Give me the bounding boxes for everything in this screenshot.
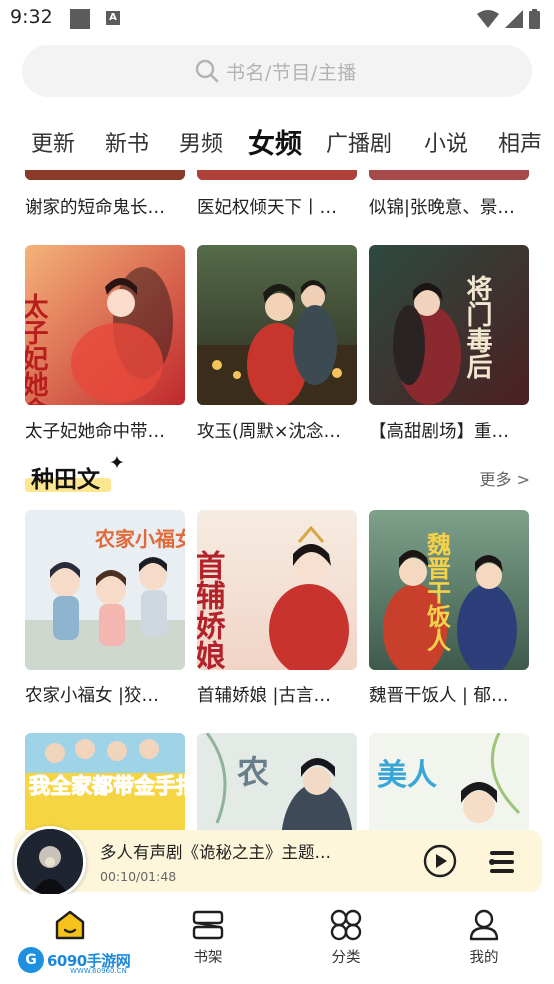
book-title[interactable]: 医妃权倾天下丨… <box>197 194 363 219</box>
cover-art: 美人 <box>369 733 529 832</box>
battery-icon <box>529 9 540 29</box>
player-album-art[interactable] <box>14 826 86 898</box>
book-cover[interactable]: 农 <box>197 733 357 832</box>
category-icon <box>330 909 362 941</box>
nav-label: 我的 <box>469 950 499 966</box>
book-cover[interactable]: 我全家都带金手指 <box>25 733 185 832</box>
cover-art: 首辅娇娘 <box>197 510 357 670</box>
status-bar: 9:32 A <box>0 0 554 38</box>
book-cover[interactable] <box>25 170 185 180</box>
watermark-logo-icon: G <box>18 947 44 973</box>
cover-text: 首辅娇娘 <box>197 550 226 670</box>
content-area: 谢家的短命鬼长… 医妃权倾天下丨… 似锦|张晚意、景… 太子妃她命中带煞 <box>0 170 554 832</box>
nav-label: 分类 <box>331 950 361 966</box>
book-title[interactable]: 太子妃她命中带… <box>25 418 191 443</box>
nav-profile[interactable]: 我的 <box>444 908 524 967</box>
bookshelf-icon <box>192 910 224 940</box>
category-tabs: 更新 新书 男频 女频 广播剧 小说 相声 <box>0 118 554 166</box>
play-icon[interactable] <box>423 844 457 878</box>
book-cover[interactable]: 太子妃她命中带煞 <box>25 245 185 405</box>
book-cover[interactable] <box>197 170 357 180</box>
keyboard-a-icon: A <box>106 11 120 25</box>
sparkle-icon: ✦ <box>109 452 125 474</box>
book-cover[interactable]: 魏晋干饭人 <box>369 510 529 670</box>
book-cover[interactable] <box>197 245 357 405</box>
book-title[interactable]: 农家小福女 |狡… <box>25 682 191 707</box>
player-time: 00:10/01:48 <box>100 869 177 884</box>
cover-art: 太子妃她命中带煞 <box>25 245 185 405</box>
site-watermark: G 6090手游网 WWW.60960.CN <box>18 947 131 975</box>
book-title[interactable]: 魏晋干饭人 | 郁… <box>369 682 535 707</box>
tab-male[interactable]: 男频 <box>179 126 223 158</box>
tab-update[interactable]: 更新 <box>31 126 75 158</box>
section-header: 种田文 ✦ 更多 > <box>25 452 530 498</box>
cover-text: 农家小福女 <box>94 527 185 551</box>
search-placeholder: 书名/节目/主播 <box>226 62 357 84</box>
book-cover[interactable]: 首辅娇娘 <box>197 510 357 670</box>
book-title[interactable]: 【高甜剧场】重… <box>369 418 535 443</box>
book-title[interactable]: 首辅娇娘 |古言… <box>197 682 363 707</box>
cover-art: 将门毒后 <box>369 245 529 405</box>
status-time: 9:32 <box>10 6 53 28</box>
home-icon <box>55 910 85 940</box>
cover-text: 我全家都带金手指 <box>29 774 185 798</box>
cover-text: 美人 <box>377 758 437 793</box>
section-title: 种田文 <box>31 467 100 493</box>
tab-crosstalk[interactable]: 相声 <box>498 126 542 158</box>
cover-text: 将门毒后 <box>462 275 492 380</box>
player-title: 多人有声剧《诡秘之主》主题… <box>100 843 331 862</box>
book-cover[interactable]: 农家小福女 <box>25 510 185 670</box>
book-title[interactable]: 攻玉(周默×沈念… <box>197 418 363 443</box>
cover-art <box>197 245 357 405</box>
cover-art: 我全家都带金手指 <box>25 733 185 832</box>
cover-art: 农 <box>197 733 357 832</box>
tab-new-books[interactable]: 新书 <box>105 126 149 158</box>
section-more-link[interactable]: 更多 > <box>480 466 531 490</box>
nav-bookshelf[interactable]: 书架 <box>168 908 248 967</box>
nav-category[interactable]: 分类 <box>306 908 386 967</box>
nav-label: 书架 <box>193 950 223 966</box>
tab-radio-drama[interactable]: 广播剧 <box>326 126 392 158</box>
playlist-icon[interactable] <box>488 848 516 876</box>
book-cover[interactable]: 将门毒后 <box>369 245 529 405</box>
profile-icon <box>469 909 499 941</box>
cover-art: 魏晋干饭人 <box>369 510 529 670</box>
book-title[interactable]: 似锦|张晚意、景… <box>369 194 535 219</box>
search-icon <box>195 59 219 83</box>
signal-icon <box>505 10 523 28</box>
search-bar[interactable]: 书名/节目/主播 <box>22 45 532 97</box>
tab-female[interactable]: 女频 <box>248 122 302 161</box>
notification-icon <box>70 9 90 29</box>
tab-novel[interactable]: 小说 <box>424 126 468 158</box>
book-cover[interactable] <box>369 170 529 180</box>
book-title[interactable]: 谢家的短命鬼长… <box>25 194 191 219</box>
cover-text: 魏晋干饭人 <box>423 532 452 652</box>
nav-home[interactable] <box>30 908 110 946</box>
book-cover[interactable]: 美人 <box>369 733 529 832</box>
cover-text: 农 <box>237 753 269 791</box>
cover-text: 太子妃她命中带煞 <box>25 293 48 405</box>
wifi-icon <box>477 10 499 28</box>
cover-art: 农家小福女 <box>25 510 185 670</box>
watermark-url: WWW.60960.CN <box>70 967 127 975</box>
